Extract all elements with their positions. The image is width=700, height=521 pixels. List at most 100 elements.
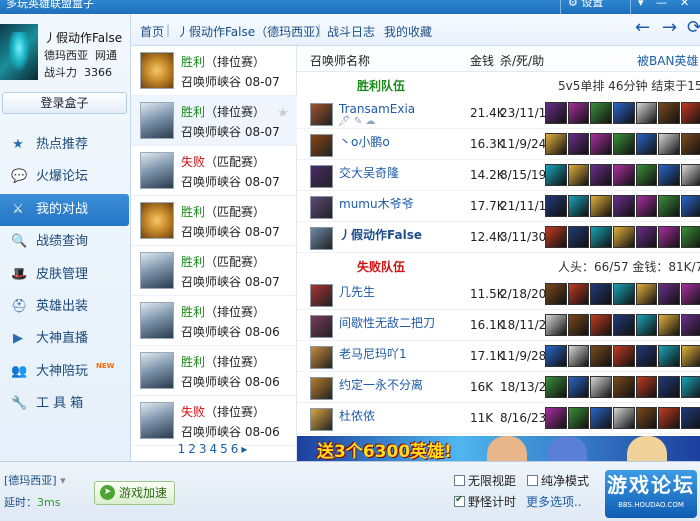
player-row[interactable]: 丶o小鹏o 16.3K 11/9/24 xyxy=(297,129,700,160)
item-icon[interactable] xyxy=(658,164,681,186)
item-icon[interactable] xyxy=(681,407,700,429)
forum-logo[interactable]: 游戏论坛 BBS.HOUDAO.COM xyxy=(605,470,697,518)
page-link[interactable]: 2 xyxy=(188,442,199,456)
settings-icon[interactable]: ⚙ 设置 xyxy=(568,0,603,9)
item-icon[interactable] xyxy=(545,102,567,124)
item-icon[interactable] xyxy=(658,376,681,398)
item-icon[interactable] xyxy=(635,102,658,124)
item-icon[interactable] xyxy=(635,226,658,248)
champion-avatar[interactable] xyxy=(310,377,333,400)
item-icon[interactable] xyxy=(567,164,590,186)
player-row[interactable]: TransamExia 🖊 ✎ ☁ 21.4K 23/11/15 xyxy=(297,98,700,129)
page-link[interactable]: 6 xyxy=(231,442,242,456)
item-icon[interactable] xyxy=(613,102,635,124)
item-icon[interactable] xyxy=(635,314,658,336)
summoner-name[interactable]: 交大吴奇隆 xyxy=(339,164,399,181)
item-icon[interactable] xyxy=(681,314,700,336)
item-icon[interactable] xyxy=(545,345,567,367)
back-arrow-icon[interactable]: ← xyxy=(635,18,650,38)
item-icon[interactable] xyxy=(681,376,700,398)
menu-icon[interactable]: ▾ xyxy=(638,0,644,9)
item-icon[interactable] xyxy=(590,314,612,336)
item-icon[interactable] xyxy=(545,195,567,217)
item-icon[interactable] xyxy=(613,226,635,248)
item-icon[interactable] xyxy=(590,376,612,398)
item-icon[interactable] xyxy=(545,133,567,155)
item-icon[interactable] xyxy=(590,345,612,367)
champion-avatar[interactable] xyxy=(310,227,333,250)
summoner-name[interactable]: 丶o小鹏o xyxy=(339,133,390,150)
item-icon[interactable] xyxy=(635,195,658,217)
item-icon[interactable] xyxy=(590,407,612,429)
page-link[interactable]: 3 xyxy=(199,442,210,456)
refresh-icon[interactable]: ⟳ xyxy=(687,18,700,38)
item-icon[interactable] xyxy=(635,376,658,398)
breadcrumb-player[interactable]: 丿假动作False（德玛西亚） xyxy=(177,23,327,40)
item-icon[interactable] xyxy=(590,133,612,155)
champion-avatar[interactable] xyxy=(310,346,333,369)
item-icon[interactable] xyxy=(567,376,590,398)
item-icon[interactable] xyxy=(658,314,681,336)
match-list-item[interactable]: 胜利（排位赛） 召唤师峡谷 08-06 xyxy=(131,296,297,346)
item-icon[interactable] xyxy=(681,283,700,305)
item-icon[interactable] xyxy=(681,102,700,124)
tab-battle-log[interactable]: 战斗日志 xyxy=(327,23,375,40)
champion-avatar[interactable] xyxy=(310,165,333,188)
forward-arrow-icon[interactable]: → xyxy=(662,18,677,38)
sidebar-item-chat[interactable]: 💬 火爆论坛 xyxy=(0,161,131,193)
item-icon[interactable] xyxy=(658,345,681,367)
server-selector[interactable]: [德玛西亚] ▾ xyxy=(4,472,66,488)
player-row[interactable]: 间歇性无敌二把刀 16.1K 18/11/27 xyxy=(297,310,700,341)
page-link[interactable]: 5 xyxy=(220,442,231,456)
summoner-name[interactable]: 约定一永不分离 xyxy=(339,376,423,393)
item-icon[interactable] xyxy=(567,226,590,248)
champion-avatar[interactable] xyxy=(310,196,333,219)
item-icon[interactable] xyxy=(545,376,567,398)
summoner-name[interactable]: 老马尼玛吖1 xyxy=(339,345,407,362)
item-icon[interactable] xyxy=(613,283,635,305)
champion-avatar[interactable] xyxy=(310,103,333,126)
player-row[interactable]: 约定一永不分离 16K 18/13/20 xyxy=(297,372,700,403)
champion-avatar[interactable] xyxy=(310,284,333,307)
sidebar-item-people[interactable]: 👥 大神陪玩 NEW xyxy=(0,356,131,388)
item-icon[interactable] xyxy=(567,314,590,336)
summoner-name[interactable]: 丿假动作False xyxy=(339,226,422,243)
item-icon[interactable] xyxy=(681,164,700,186)
item-icon[interactable] xyxy=(567,102,590,124)
avatar[interactable] xyxy=(0,24,38,80)
item-icon[interactable] xyxy=(545,164,567,186)
item-icon[interactable] xyxy=(613,314,635,336)
ad-banner[interactable]: 送3个6300英雄! xyxy=(297,436,700,461)
item-icon[interactable] xyxy=(635,407,658,429)
item-icon[interactable] xyxy=(658,102,681,124)
item-icon[interactable] xyxy=(567,407,590,429)
item-icon[interactable] xyxy=(590,102,612,124)
next-page-icon[interactable]: ▸ xyxy=(241,442,250,456)
sidebar-item-battle[interactable]: ⚔ 我的对战 xyxy=(0,193,129,227)
breadcrumb-home[interactable]: 首页 xyxy=(140,23,164,40)
tab-favorites[interactable]: 我的收藏 xyxy=(384,23,432,40)
game-boost-button[interactable]: ➤ 游戏加速 xyxy=(94,481,175,505)
summoner-name[interactable]: 间歇性无敌二把刀 xyxy=(339,314,435,331)
match-list-item[interactable]: 失败（匹配赛） 召唤师峡谷 08-07 xyxy=(131,146,297,196)
minimize-icon[interactable]: — xyxy=(656,0,667,9)
player-row[interactable]: 几先生 11.5K 2/18/20 xyxy=(297,279,700,310)
item-icon[interactable] xyxy=(590,164,612,186)
item-icon[interactable] xyxy=(545,314,567,336)
summoner-name[interactable]: mumu木爷爷 xyxy=(339,195,414,212)
match-list-item[interactable]: 失败（排位赛） 召唤师峡谷 08-06 xyxy=(131,396,297,446)
item-icon[interactable] xyxy=(613,133,635,155)
item-icon[interactable] xyxy=(567,283,590,305)
sidebar-item-wrench[interactable]: 🔧 工 具 箱 xyxy=(0,388,131,420)
item-icon[interactable] xyxy=(590,283,612,305)
item-icon[interactable] xyxy=(635,164,658,186)
item-icon[interactable] xyxy=(613,195,635,217)
match-list-item[interactable]: 胜利（排位赛） 召唤师峡谷 08-07 ★ xyxy=(131,96,297,146)
favorite-star-icon[interactable]: ★ xyxy=(277,106,289,121)
item-icon[interactable] xyxy=(545,283,567,305)
player-row[interactable]: 丿假动作False 12.4K 3/11/30 xyxy=(297,222,700,253)
match-list-item[interactable]: 胜利（匹配赛） 召唤师峡谷 08-07 xyxy=(131,196,297,246)
item-icon[interactable] xyxy=(635,345,658,367)
option-clean-mode[interactable]: 纯净模式 xyxy=(527,472,589,489)
item-icon[interactable] xyxy=(567,133,590,155)
